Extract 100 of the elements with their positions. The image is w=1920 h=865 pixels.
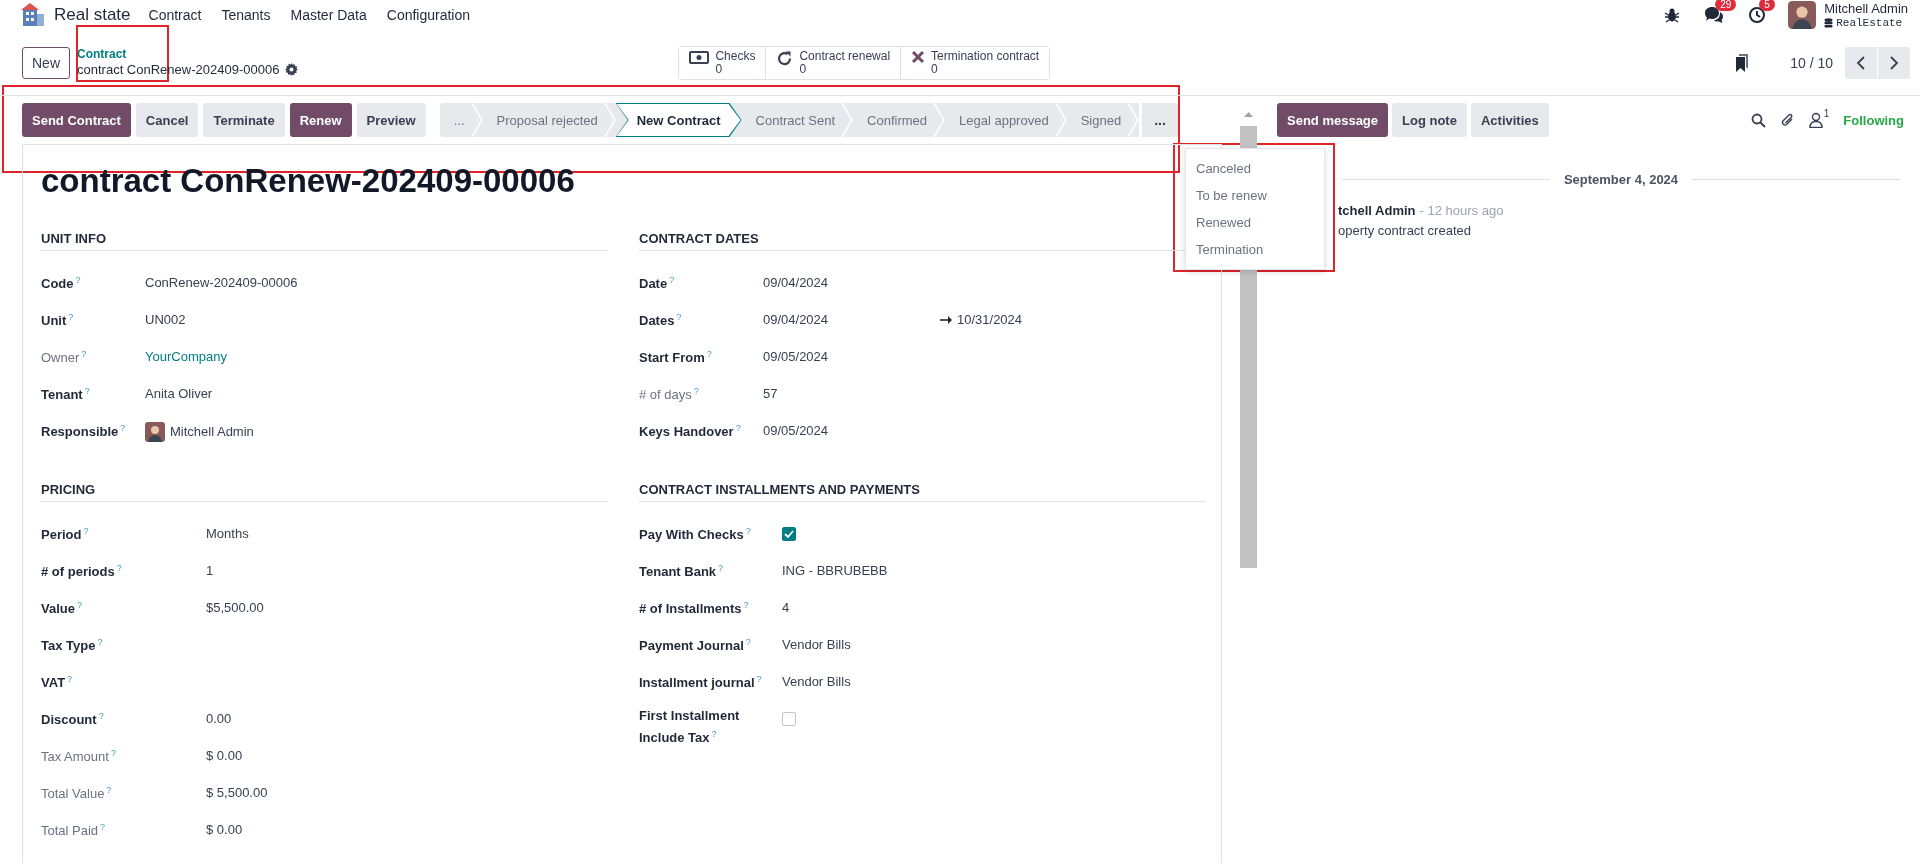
status-stage[interactable]: Proposal rejected: [482, 103, 616, 137]
field-label: Tax Type$^{?}$: [41, 636, 104, 656]
field-label: # of Installments$^{?}$: [639, 599, 750, 619]
menu-item[interactable]: Tenants: [221, 7, 271, 23]
database-icon: [1824, 17, 1834, 28]
notification-badge: 29: [1715, 0, 1737, 11]
section-heading: CONTRACT INSTALLMENTS AND PAYMENTS: [639, 482, 1206, 502]
chevron-icon: [841, 103, 854, 137]
date-separator: September 4, 2024: [1563, 172, 1679, 187]
clock-icon[interactable]: [1748, 6, 1767, 24]
field-value: Vendor Bills: [782, 673, 851, 691]
field-label: # of days$^{?}$: [639, 385, 700, 405]
user-name[interactable]: Mitchell Admin: [1824, 1, 1908, 16]
field-value: Vendor Bills: [782, 636, 851, 654]
field-value: 57: [763, 385, 778, 403]
pager-value: 10 / 10: [1790, 54, 1833, 71]
field-value: Anita Oliver: [145, 385, 213, 403]
field-label: Tenant Bank$^{?}$: [639, 562, 725, 582]
search-icon[interactable]: [1750, 112, 1766, 128]
field-value: 1: [206, 562, 214, 580]
chevron-icon: [1054, 103, 1067, 137]
field-value: 09/05/2024: [763, 348, 829, 366]
menu-item[interactable]: Contract: [148, 7, 202, 23]
action-button[interactable]: Renew: [289, 103, 352, 137]
app-name: Real state: [54, 5, 131, 25]
dropdown-item[interactable]: Termination: [1186, 236, 1324, 263]
field-label: Tax Amount$^{?}$: [41, 747, 117, 767]
message-body: operty contract created: [1338, 222, 1472, 240]
status-stage[interactable]: Contract Sent: [741, 103, 854, 137]
checkbox[interactable]: [782, 527, 796, 541]
action-button[interactable]: Cancel: [135, 103, 199, 137]
field-value: 10/31/2024: [957, 311, 1023, 329]
field-label: Installment journal$^{?}$: [639, 673, 763, 693]
status-stage[interactable]: Signed: [1066, 103, 1140, 137]
dropdown-item[interactable]: Canceled: [1186, 155, 1324, 182]
dropdown-item[interactable]: To be renew: [1186, 182, 1324, 209]
smart-button[interactable]: Checks 0: [679, 46, 767, 79]
notification-badge: 5: [1759, 0, 1775, 11]
chatter-button[interactable]: Log note: [1392, 103, 1467, 137]
paperclip-icon[interactable]: [1779, 111, 1795, 129]
more-button[interactable]: ...: [1142, 103, 1178, 137]
refresh-icon: [776, 49, 794, 67]
chevron-icon: [603, 103, 616, 137]
chatter-button[interactable]: Activities: [1470, 103, 1549, 137]
field-link[interactable]: YourCompany: [145, 348, 227, 366]
status-stage[interactable]: Legal approved: [945, 103, 1067, 137]
field-value: ConRenew-202409-00006: [145, 274, 298, 292]
chevron-icon: [1127, 103, 1140, 137]
field-label: Date$^{?}$: [639, 274, 676, 294]
field-label: Keys Handover$^{?}$: [639, 422, 742, 442]
action-button[interactable]: Send Contract: [22, 103, 131, 137]
chevron-icon: [933, 103, 945, 137]
field-value: Mitchell Admin: [170, 423, 254, 441]
menu-item[interactable]: Master Data: [290, 7, 367, 23]
new-button[interactable]: New: [22, 46, 70, 79]
chat-icon[interactable]: [1704, 6, 1725, 24]
field-value: ING - BBRUBEBB: [782, 562, 888, 580]
dropdown-item[interactable]: Renewed: [1186, 209, 1324, 236]
field-value: $ 0.00: [206, 821, 243, 839]
action-button[interactable]: Preview: [356, 103, 426, 137]
field-label: Value$^{?}$: [41, 599, 83, 619]
field-label: Unit$^{?}$: [41, 311, 75, 331]
field-label: Start From$^{?}$: [639, 348, 713, 368]
field-label: # of periods$^{?}$: [41, 562, 123, 582]
field-value: 09/04/2024: [763, 274, 829, 292]
money-icon: [689, 49, 710, 64]
person-icon[interactable]: [1808, 112, 1823, 128]
status-stage[interactable]: New Contract: [615, 103, 742, 137]
field-value: $ 0.00: [206, 747, 243, 765]
status-stage[interactable]: ...: [439, 103, 483, 137]
menu-item[interactable]: Configuration: [386, 7, 471, 23]
gear-icon[interactable]: [285, 62, 299, 76]
action-button[interactable]: Terminate: [203, 103, 285, 137]
field-label: First Installment Include Tax$^{?}$: [639, 707, 741, 748]
next-button[interactable]: [1878, 46, 1910, 79]
arrow-right-icon: [940, 316, 952, 324]
bookmark-icon[interactable]: [1734, 52, 1751, 73]
field-value: $5,500.00: [206, 599, 264, 617]
field-value: 09/04/2024: [763, 311, 830, 329]
form-title: contract ConRenew-202409-00006: [41, 161, 575, 201]
app-logo-icon[interactable]: [20, 2, 46, 28]
status-stage[interactable]: Confirmed: [853, 103, 945, 137]
field-label: Pay With Checks$^{?}$: [639, 525, 752, 545]
field-value: 09/05/2024: [763, 422, 829, 440]
field-value: 4: [782, 599, 790, 617]
previous-button[interactable]: [1845, 46, 1877, 79]
section-heading: UNIT INFO: [41, 231, 608, 251]
field-label: VAT$^{?}$: [41, 673, 74, 693]
field-label: Total Value$^{?}$: [41, 784, 113, 804]
field-label: Payment Journal$^{?}$: [639, 636, 752, 656]
section-heading: PRICING: [41, 482, 608, 502]
message-author: tchell Admin: [1338, 203, 1416, 218]
field-label: Responsible$^{?}$: [41, 422, 127, 442]
checkbox[interactable]: [782, 712, 796, 726]
chevron-left-icon: [1856, 55, 1866, 70]
field-label: Owner$^{?}$: [41, 348, 88, 368]
field-value: 0.00: [206, 710, 232, 728]
bug-icon[interactable]: [1664, 7, 1681, 23]
chatter-button[interactable]: Send message: [1277, 103, 1389, 137]
message-time: - 12 hours ago: [1419, 203, 1504, 218]
